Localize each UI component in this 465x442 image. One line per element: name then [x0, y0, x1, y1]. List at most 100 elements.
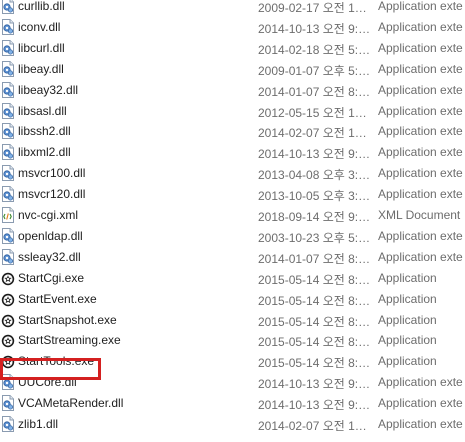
file-row[interactable]: libxml2.dll 2014-10-13 오전 9:… Application … [0, 142, 465, 163]
dll-icon [1, 60, 15, 77]
file-type: Application exte [378, 417, 463, 431]
dll-icon [1, 18, 15, 35]
file-type: Application exte [378, 61, 463, 76]
file-name: msvcr100.dll [18, 166, 86, 181]
file-date-modified: 2015-05-14 오전 8:… [258, 314, 371, 329]
file-row[interactable]: libeay32.dll 2014-01-07 오전 8:… Application… [0, 80, 465, 101]
file-type: Application exte [378, 166, 463, 181]
file-row[interactable]: StartTools.exe 2015-05-14 오전 8:… Applicati… [0, 351, 465, 372]
file-type: Application exte [378, 396, 463, 411]
file-row[interactable]: VCAMetaRender.dll 2014-10-13 오전 9:… Applic… [0, 393, 465, 414]
file-row[interactable]: StartCgi.exe 2015-05-14 오전 8:… Application [0, 268, 465, 289]
xml-icon [1, 207, 15, 223]
dll-icon [1, 123, 15, 140]
file-date-modified: 2014-02-07 오전 1… [258, 419, 367, 433]
file-name: StartTools.exe [18, 354, 95, 369]
file-name: StartCgi.exe [18, 270, 85, 285]
file-row[interactable]: zlib1.dll 2014-02-07 오전 1… Application ext… [0, 414, 465, 435]
file-type: Application exte [378, 375, 463, 390]
file-date-modified: 2018-09-14 오전 9:… [258, 210, 371, 224]
file-row[interactable]: libcurl.dll 2014-02-18 오전 5:… Application … [0, 38, 465, 59]
file-row[interactable]: nvc-cgi.xml 2018-09-14 오전 9:… XML Document [0, 205, 465, 226]
file-name: curllib.dll [18, 0, 65, 13]
file-date-modified: 2014-10-13 오전 9:… [258, 147, 371, 162]
file-name: ssleay32.dll [18, 249, 81, 264]
file-type: Application exte [378, 82, 463, 97]
file-type: Application [378, 270, 437, 285]
file-row[interactable]: iconv.dll 2014-10-13 오전 9:… Application ex… [0, 17, 465, 38]
file-date-modified: 2014-10-13 오전 9:… [258, 377, 371, 392]
dll-icon [1, 395, 15, 412]
exe-icon [1, 291, 15, 307]
file-type: Application exte [378, 187, 463, 202]
dll-icon [1, 39, 15, 56]
file-name: nvc-cgi.xml [18, 208, 79, 222]
file-name: StartSnapshot.exe [18, 312, 117, 327]
dll-icon [1, 81, 15, 98]
dll-icon [1, 416, 15, 432]
exe-icon [1, 270, 15, 286]
file-type: Application [378, 312, 437, 327]
dll-icon [1, 248, 15, 265]
file-type: Application exte [378, 249, 463, 264]
file-type: XML Document [378, 208, 461, 222]
file-name: zlib1.dll [18, 417, 59, 431]
exe-icon [1, 332, 15, 348]
file-row[interactable]: msvcr100.dll 2013-04-08 오후 3:… Application… [0, 163, 465, 184]
file-row[interactable]: msvcr120.dll 2013-10-05 오후 3:… Application… [0, 184, 465, 205]
file-row[interactable]: StartStreaming.exe 2015-05-14 오전 8:… Appli… [0, 330, 465, 351]
file-date-modified: 2012-05-15 오전 1… [258, 105, 367, 120]
file-name: libcurl.dll [18, 40, 65, 55]
file-date-modified: 2009-02-17 오전 1… [258, 1, 367, 15]
file-name: VCAMetaRender.dll [18, 396, 124, 411]
file-name: libeay.dll [18, 61, 64, 76]
file-name: msvcr120.dll [18, 187, 86, 202]
file-type: Application exte [378, 0, 463, 13]
file-row[interactable]: libeay.dll 2009-01-07 오후 5:… Application e… [0, 59, 465, 80]
file-name: libxml2.dll [18, 145, 71, 160]
file-type: Application [378, 291, 437, 306]
file-date-modified: 2015-05-14 오전 8:… [258, 272, 371, 287]
dll-icon [1, 0, 15, 14]
file-date-modified: 2014-02-07 오전 1… [258, 126, 367, 141]
file-date-modified: 2014-01-07 오전 8:… [258, 251, 371, 266]
file-date-modified: 2015-05-14 오전 8:… [258, 293, 371, 308]
file-type: Application [378, 333, 437, 348]
file-type: Application exte [378, 124, 463, 139]
file-type: Application exte [378, 40, 463, 55]
file-name: openldap.dll [18, 228, 83, 243]
dll-icon [1, 374, 15, 391]
file-row[interactable]: libsasl.dll 2012-05-15 오전 1… Application e… [0, 101, 465, 122]
file-row[interactable]: StartEvent.exe 2015-05-14 오전 8:… Applicati… [0, 289, 465, 310]
file-date-modified: 2009-01-07 오후 5:… [258, 63, 371, 78]
file-type: Application exte [378, 228, 463, 243]
file-row[interactable]: libssh2.dll 2014-02-07 오전 1… Application e… [0, 121, 465, 142]
file-date-modified: 2013-04-08 오후 3:… [258, 168, 371, 183]
file-type: Application exte [378, 19, 463, 34]
file-row[interactable]: ssleay32.dll 2014-01-07 오전 8:… Application… [0, 247, 465, 268]
file-date-modified: 2015-05-14 오전 8:… [258, 356, 371, 371]
file-date-modified: 2013-10-05 오후 3:… [258, 189, 371, 204]
file-row[interactable]: UUCore.dll 2014-10-13 오전 9:… Application e… [0, 372, 465, 393]
dll-icon [1, 227, 15, 244]
file-name: StartStreaming.exe [18, 333, 121, 348]
file-row[interactable]: openldap.dll 2003-10-23 오후 5:… Application… [0, 226, 465, 247]
file-list: curllib.dll 2009-02-17 오전 1… Application e… [0, 0, 465, 442]
file-name: libssh2.dll [18, 124, 71, 139]
file-name: libsasl.dll [18, 103, 67, 118]
dll-icon [1, 165, 15, 182]
dll-icon [1, 102, 15, 119]
file-date-modified: 2014-10-13 오전 9:… [258, 21, 371, 36]
file-type: Application exte [378, 103, 463, 118]
file-name: UUCore.dll [18, 375, 77, 390]
file-date-modified: 2015-05-14 오전 8:… [258, 335, 371, 350]
dll-icon [1, 186, 15, 203]
file-row[interactable]: StartSnapshot.exe 2015-05-14 오전 8:… Applic… [0, 310, 465, 331]
file-row[interactable]: curllib.dll 2009-02-17 오전 1… Application e… [0, 0, 465, 17]
file-name: libeay32.dll [18, 82, 79, 97]
file-date-modified: 2014-02-18 오전 5:… [258, 42, 371, 57]
dll-icon [1, 144, 15, 161]
file-name: StartEvent.exe [18, 291, 97, 306]
file-type: Application [378, 354, 437, 369]
file-type: Application exte [378, 145, 463, 160]
